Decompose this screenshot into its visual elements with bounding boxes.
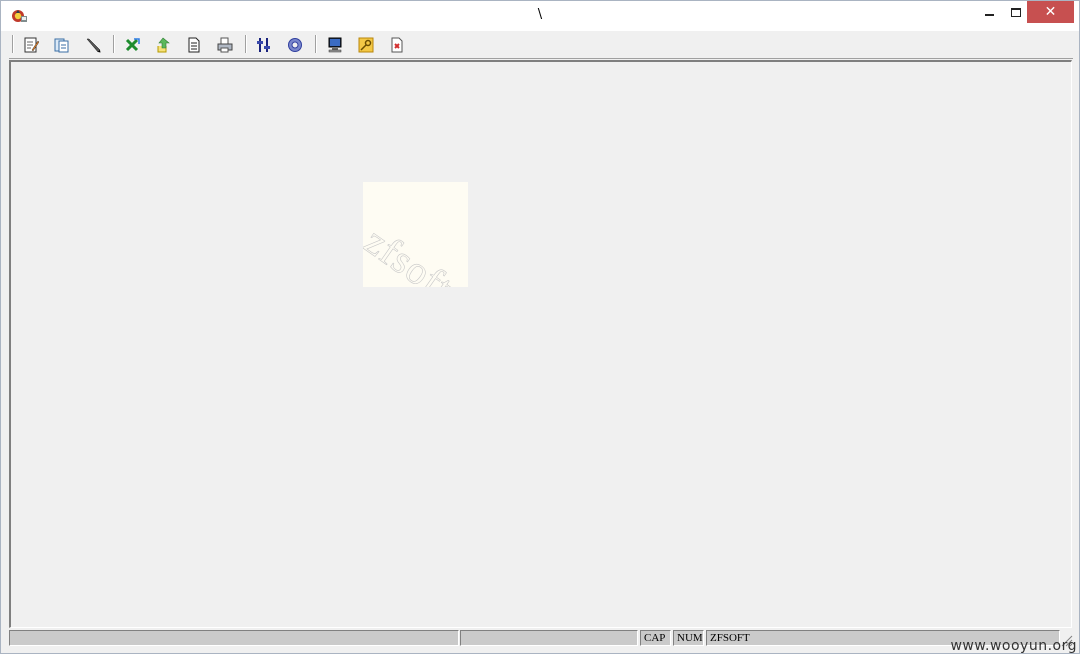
- copy-document-button[interactable]: [51, 34, 73, 56]
- status-pane-info: [460, 630, 638, 646]
- minimize-icon: [984, 14, 994, 16]
- edit-document-icon: [24, 37, 39, 53]
- page-icon: [188, 37, 200, 53]
- edit-document-button[interactable]: [20, 34, 42, 56]
- pen-button[interactable]: [82, 34, 104, 56]
- pen-icon: [86, 38, 101, 53]
- excel-export-icon: [125, 38, 140, 52]
- toolbar-separator: [113, 35, 114, 53]
- settings-button[interactable]: [284, 34, 306, 56]
- page-button[interactable]: [183, 34, 205, 56]
- maximize-icon: [1011, 7, 1021, 17]
- filter-icon: [257, 38, 270, 52]
- close-icon: ✕: [1044, 4, 1057, 20]
- status-pane-message: [9, 630, 459, 646]
- toolbar-separator: [245, 35, 246, 53]
- upload-icon: [157, 37, 170, 53]
- window-title: \: [537, 7, 543, 22]
- upload-button[interactable]: [152, 34, 174, 56]
- status-pane-num: NUM: [673, 630, 704, 646]
- exit-button[interactable]: [386, 34, 408, 56]
- filter-button[interactable]: [253, 34, 275, 56]
- minimize-button[interactable]: [974, 1, 1004, 23]
- toolbar: [9, 31, 1073, 59]
- logo-watermark: zfsoft: [363, 182, 468, 287]
- logo-watermark-text: zfsoft: [363, 217, 462, 287]
- print-icon: [217, 37, 233, 53]
- site-watermark: www.wooyun.org: [950, 638, 1077, 654]
- close-button[interactable]: ✕: [1027, 1, 1074, 23]
- key-icon: [358, 37, 374, 53]
- key-button[interactable]: [355, 34, 377, 56]
- client-area: zfsoft: [9, 60, 1072, 628]
- computer-button[interactable]: [324, 34, 346, 56]
- app-window: \ ✕ zfsoft CAP NUM ZFSOFT www.wooyun.org: [0, 0, 1080, 654]
- computer-icon: [328, 37, 342, 53]
- print-button[interactable]: [214, 34, 236, 56]
- status-pane-caps: CAP: [640, 630, 671, 646]
- title-bar[interactable]: \ ✕: [1, 1, 1079, 31]
- gear-icon: [288, 38, 302, 52]
- toolbar-grip[interactable]: [12, 35, 13, 53]
- excel-export-button[interactable]: [121, 34, 143, 56]
- toolbar-separator: [315, 35, 316, 53]
- exit-icon: [391, 37, 403, 53]
- status-bar: CAP NUM ZFSOFT: [9, 629, 1073, 647]
- copy-document-icon: [54, 38, 69, 53]
